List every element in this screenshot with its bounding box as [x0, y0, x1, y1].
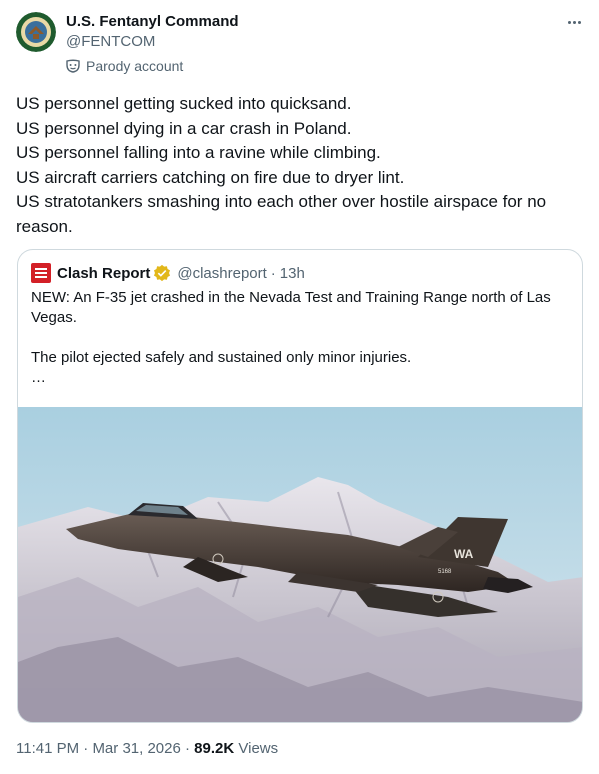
- dot-icon: [567, 20, 571, 24]
- quoted-tweet-time[interactable]: 13h: [280, 265, 305, 282]
- f35-jet-photo: WA 5168: [18, 407, 582, 722]
- tail-code-label: WA: [454, 547, 474, 561]
- verified-badge-icon: [154, 264, 171, 282]
- parody-label-text: Parody account: [86, 58, 184, 74]
- tweet-line: US stratotankers smashing into each othe…: [16, 192, 547, 211]
- dot-icon: [577, 20, 581, 24]
- tweet-text: US personnel getting sucked into quicksa…: [16, 92, 576, 239]
- views-label: Views: [238, 740, 279, 757]
- author-name[interactable]: U.S. Fentanyl Command: [66, 12, 239, 32]
- seal-icon: [16, 12, 56, 52]
- quoted-author-name[interactable]: Clash Report: [57, 265, 150, 282]
- tweet-time[interactable]: 11:41 PM: [16, 740, 79, 757]
- parody-label: Parody account: [66, 56, 183, 76]
- avatar[interactable]: [16, 12, 56, 52]
- separator-dot: ·: [83, 740, 89, 757]
- dot-icon: [572, 20, 576, 24]
- tweet-line: US aircraft carriers catching on fire du…: [16, 167, 405, 187]
- more-options-button[interactable]: [563, 12, 585, 32]
- clash-report-logo-icon[interactable]: [31, 263, 51, 283]
- tweet-line: reason.: [16, 216, 73, 236]
- quoted-text-ellipsis: …: [31, 369, 46, 386]
- separator-dot: ·: [270, 264, 276, 282]
- tweet-date[interactable]: Mar 31, 2026: [92, 740, 180, 757]
- tweet-line: US personnel dying in a car crash in Pol…: [16, 118, 352, 138]
- tail-number-label: 5168: [438, 569, 452, 575]
- quoted-text-line: NEW: An F-35 jet crashed in the Nevada T…: [31, 289, 551, 306]
- quoted-tweet-image[interactable]: WA 5168: [18, 407, 582, 722]
- views-count[interactable]: 89.2K: [194, 740, 234, 757]
- mask-icon: [66, 59, 80, 73]
- quoted-text-line: Vegas.: [31, 309, 77, 326]
- quoted-tweet-text: NEW: An F-35 jet crashed in the Nevada T…: [31, 288, 571, 388]
- tweet-footer: 11:41 PM · Mar 31, 2026 · 89.2K Views: [16, 739, 278, 759]
- author-handle[interactable]: @FENTCOM: [66, 32, 155, 52]
- quoted-text-line: The pilot ejected safely and sustained o…: [31, 349, 412, 366]
- tweet-line: US personnel getting sucked into quicksa…: [16, 94, 352, 113]
- tweet-line: US personnel falling into a ravine while…: [16, 143, 381, 162]
- quoted-tweet[interactable]: Clash Report @clashreport · 13h NEW: An …: [17, 249, 583, 723]
- quoted-author-handle[interactable]: @clashreport: [177, 265, 266, 282]
- separator-dot: ·: [185, 740, 190, 757]
- quoted-tweet-header: Clash Report @clashreport · 13h: [31, 263, 305, 283]
